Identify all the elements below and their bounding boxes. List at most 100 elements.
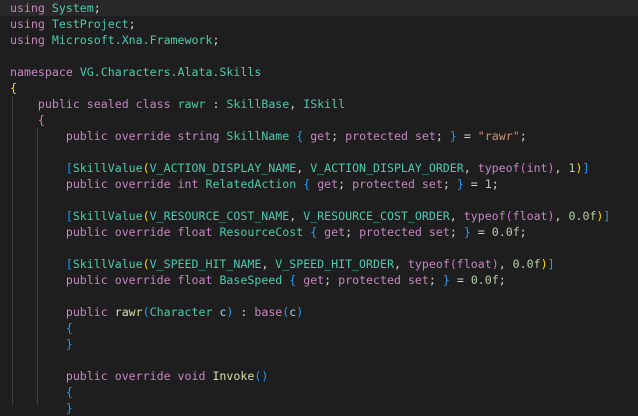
code-line[interactable]: [SkillValue(V_SPEED_HIT_NAME, V_SPEED_HI… [10, 256, 555, 272]
code-line[interactable]: public override int RelatedAction { get;… [10, 176, 499, 192]
code-token: () [254, 369, 269, 383]
code-token: } [65, 401, 73, 415]
code-line[interactable]: public override float BaseSpeed { get; p… [10, 272, 506, 288]
code-token: [ [65, 161, 73, 175]
code-token: SkillName [226, 129, 290, 143]
code-line[interactable]: } [10, 400, 73, 416]
code-line[interactable]: { [10, 112, 45, 128]
code-token: ( [505, 209, 513, 223]
code-token: protected [345, 129, 408, 143]
code-token: public [65, 225, 108, 239]
code-token: V_SPEED_HIT_NAME [149, 257, 262, 271]
code-token: ] [582, 161, 590, 175]
code-line[interactable]: public override void Invoke() [10, 368, 268, 384]
code-line[interactable]: public override string SkillName { get; … [10, 128, 527, 144]
code-token: using [10, 33, 45, 47]
code-token: protected [352, 177, 415, 191]
code-token: ISkill [303, 97, 346, 111]
code-line[interactable]: { [10, 384, 73, 400]
code-token: ; [345, 225, 360, 239]
code-token: public [65, 369, 108, 383]
code-token: ; [93, 1, 101, 15]
code-token: Invoke [212, 369, 255, 383]
code-token: SkillValue [72, 161, 143, 175]
code-token: ] [603, 209, 611, 223]
code-token: ; [212, 33, 220, 47]
code-token: sealed [86, 97, 129, 111]
code-line[interactable]: namespace VG.Characters.Alata.Skills [10, 64, 261, 80]
code-line[interactable]: using System; [0, 0, 638, 16]
code-token: = [456, 129, 478, 143]
code-token: rawr [114, 305, 143, 319]
code-line[interactable]: } [10, 336, 73, 352]
code-line[interactable]: public override float ResourceCost { get… [10, 224, 527, 240]
code-token: ; [338, 177, 353, 191]
code-token: int [526, 161, 548, 175]
code-token: float [177, 273, 213, 287]
code-token: set [407, 273, 429, 287]
code-token: ; [331, 129, 346, 143]
code-token: TestProject [51, 17, 129, 31]
code-token: protected [359, 225, 422, 239]
code-token: { [10, 81, 17, 95]
code-token: ; [498, 273, 506, 287]
code-token: float [177, 225, 213, 239]
code-token: SkillBase [226, 97, 290, 111]
code-token: , [289, 209, 304, 223]
code-token: namespace [10, 65, 73, 79]
code-token: public [65, 305, 108, 319]
code-token: Character [149, 305, 213, 319]
code-token: } [463, 225, 471, 239]
code-token: get [317, 177, 339, 191]
code-token: get [303, 273, 325, 287]
code-token: float [456, 257, 492, 271]
code-token: } [65, 337, 73, 351]
code-token: ; [128, 17, 136, 31]
code-token: typeof [477, 161, 520, 175]
code-token: System [51, 1, 94, 15]
code-token: = [463, 177, 485, 191]
code-token: ; [442, 177, 457, 191]
code-token: set [414, 129, 436, 143]
code-line[interactable]: using TestProject; [10, 16, 136, 32]
code-line[interactable]: public rawr(Character c) : base(c) [10, 304, 303, 320]
code-line[interactable]: [SkillValue(V_RESOURCE_COST_NAME, V_RESO… [10, 208, 611, 224]
code-token: , [393, 257, 408, 271]
code-token: 0.0f [512, 257, 541, 271]
code-token: override [114, 225, 171, 239]
code-line[interactable]: public sealed class rawr : SkillBase, IS… [10, 96, 345, 112]
code-token: public [65, 129, 108, 143]
code-token: SkillValue [72, 209, 143, 223]
code-line[interactable]: { [10, 320, 73, 336]
code-editor[interactable]: using System; using TestProject; using Mic… [0, 0, 638, 415]
code-token: 1 [484, 177, 492, 191]
code-token: get [324, 225, 346, 239]
code-token: { [65, 321, 73, 335]
code-line[interactable]: using Microsoft.Xna.Framework; [10, 32, 219, 48]
code-token: ; [491, 177, 499, 191]
code-token: using [10, 17, 45, 31]
code-token: set [428, 225, 450, 239]
code-line[interactable]: [SkillValue(V_ACTION_DISPLAY_NAME, V_ACT… [10, 160, 590, 176]
code-token: V_RESOURCE_COST_NAME [149, 209, 290, 223]
code-line[interactable]: { [10, 80, 17, 96]
